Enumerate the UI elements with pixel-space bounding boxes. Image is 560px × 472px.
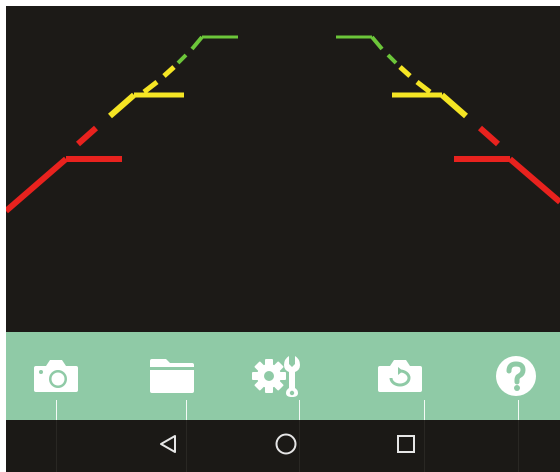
home-circle-icon <box>274 432 298 460</box>
guide-left-yellow-dash-1 <box>162 65 176 78</box>
callout-line-rotate <box>424 400 425 420</box>
parking-guide-lines <box>6 35 560 214</box>
guide-left-green-diagonal <box>190 35 204 51</box>
guide-right-yellow-diagonal <box>440 92 468 119</box>
nav-back-button[interactable] <box>148 430 188 462</box>
guide-left-yellow-dash-2 <box>142 80 159 94</box>
guide-right-yellow-dash-1 <box>398 65 412 78</box>
callout-line-photo-lower <box>56 420 57 472</box>
app-screen <box>6 6 560 472</box>
take-photo-button[interactable] <box>29 352 83 400</box>
switch-camera-icon <box>376 358 424 394</box>
open-settings-button[interactable] <box>250 352 304 400</box>
guide-right-red-dash <box>478 125 500 147</box>
bottom-toolbar <box>6 332 560 420</box>
nav-home-button[interactable] <box>266 430 306 462</box>
open-gallery-button[interactable] <box>145 352 199 400</box>
rotate-camera-button[interactable] <box>373 352 427 400</box>
folder-icon <box>148 357 196 395</box>
guide-right-green-diagonal <box>370 35 384 51</box>
settings-tools-icon <box>251 354 303 398</box>
callout-line-photo <box>56 400 57 420</box>
system-navigation-bar <box>6 420 560 472</box>
guide-right-yellow-dash-2 <box>415 80 432 94</box>
guide-right-red-diagonal <box>508 156 560 205</box>
rear-camera-view <box>6 6 560 332</box>
recents-square-icon <box>395 433 417 459</box>
guide-left-yellow-diagonal <box>108 92 136 119</box>
guide-left-red-dash <box>76 125 98 147</box>
guide-right-green-dash <box>386 53 398 65</box>
help-icon <box>494 354 538 398</box>
back-triangle-icon <box>157 433 179 459</box>
callout-line-settings <box>299 400 300 420</box>
camera-icon <box>32 358 80 394</box>
nav-recents-button[interactable] <box>386 430 426 462</box>
callout-line-help-lower <box>518 420 519 472</box>
callout-line-gallery <box>186 400 187 420</box>
callout-line-help <box>518 400 519 420</box>
help-button[interactable] <box>489 352 543 400</box>
guide-left-red-diagonal <box>6 156 68 214</box>
guide-left-green-dash <box>176 53 188 65</box>
